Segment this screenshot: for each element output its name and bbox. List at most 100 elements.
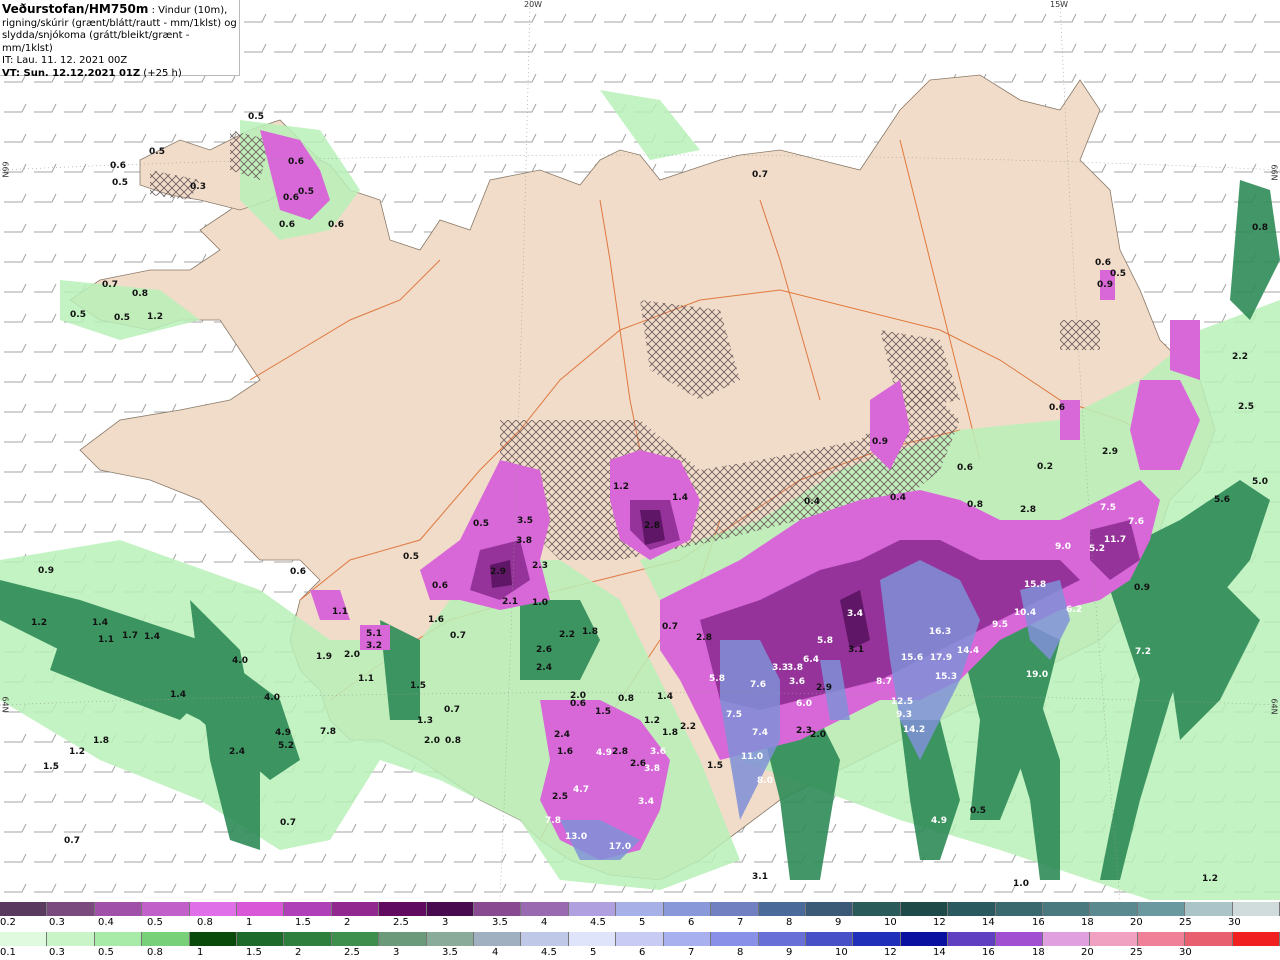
precip-value-label: 6.0 <box>796 699 812 709</box>
legend-rain-tick-label: 6 <box>639 947 646 958</box>
legend-snow-tick-label: 25 <box>1179 917 1192 928</box>
legend-rain-bar <box>0 932 1280 946</box>
precip-value-label: 4.0 <box>232 656 248 666</box>
legend-snow-tick-label: 12 <box>933 917 946 928</box>
legend-rain-tick-label: 25 <box>1130 947 1143 958</box>
legend-rain-tick-label: 0.1 <box>0 947 16 958</box>
legend-rain-swatch <box>0 932 48 946</box>
legend-snow-swatch <box>758 902 806 916</box>
precip-value-label: 3.8 <box>787 663 803 673</box>
precip-value-label: 1.9 <box>316 652 332 662</box>
precip-value-label: 1.1 <box>358 674 374 684</box>
precip-value-label: 0.6 <box>328 220 344 230</box>
legend-snow-tick-label: 18 <box>1081 917 1094 928</box>
legend-snow-tick-label: 2.5 <box>393 917 409 928</box>
legend-snow-swatch <box>568 902 617 916</box>
legend-snow-tick-label: 10 <box>884 917 897 928</box>
legend-snow-swatch <box>616 902 664 916</box>
precip-value-label: 3.2 <box>366 641 382 651</box>
legend-snow-swatch <box>1185 902 1233 916</box>
precip-value-label: 15.6 <box>900 653 924 663</box>
precip-value-label: 17.9 <box>929 653 953 663</box>
precip-value-label: 0.5 <box>70 310 86 320</box>
legend-rain-tick-label: 10 <box>835 947 848 958</box>
legend-rain-scale: 0.1 0.3 0.5 0.8 1 1.5 2 2.5 3 3.5 4 4.5 5 6 7 8 9 10 12 14 1… <box>0 932 1280 960</box>
precip-value-label: 13.0 <box>564 832 588 842</box>
legend-rain-swatch <box>663 932 712 946</box>
precip-value-label: 3.1 <box>848 645 864 655</box>
legend-snow-bar <box>0 902 1280 916</box>
legend-snow-swatch <box>331 902 380 916</box>
legend-snow-swatch <box>189 902 238 916</box>
precip-value-label: 3.5 <box>517 516 533 526</box>
precip-value-label: 14.2 <box>902 725 926 735</box>
precip-value-label: 0.7 <box>64 836 80 846</box>
legend-rain-tick-label: 0.8 <box>147 947 163 958</box>
legend-rain-swatch <box>142 932 190 946</box>
precip-value-label: 3.4 <box>847 609 863 619</box>
legend-rain-tick-label: 4.5 <box>541 947 557 958</box>
precip-value-label: 3.4 <box>638 797 654 807</box>
precip-value-label: 2.4 <box>229 747 245 757</box>
legend-rain-tick-label: 5 <box>590 947 597 958</box>
precip-value-label: 1.4 <box>144 632 160 642</box>
legend-snow-swatch <box>995 902 1043 916</box>
precip-value-label: 0.6 <box>1095 258 1111 268</box>
precip-value-label: 1.8 <box>93 736 109 746</box>
legend-rain-swatch <box>521 932 569 946</box>
precip-value-label: 0.2 <box>1037 462 1053 472</box>
header-title: Veðurstofan/HM750m <box>2 2 149 16</box>
precip-value-label: 6.2 <box>1066 605 1082 615</box>
precip-value-label: 6.4 <box>803 655 819 665</box>
lat-label-66n-right: 66N <box>1269 164 1279 181</box>
precip-value-label: 4.7 <box>573 785 589 795</box>
legend-snow-tick-label: 2 <box>344 917 351 928</box>
lon-label-20w: 20W <box>524 0 543 9</box>
legend-rain-swatch <box>1232 932 1280 946</box>
legend-rain-swatch <box>1185 932 1233 946</box>
precip-value-label: 11.0 <box>740 752 764 762</box>
legend-rain-tick-label: 0.3 <box>49 947 65 958</box>
legend-snow-swatch <box>379 902 427 916</box>
precip-value-label: 0.8 <box>967 500 983 510</box>
precip-value-label: 7.6 <box>1128 517 1144 527</box>
precip-value-label: 2.4 <box>554 730 570 740</box>
legend-snow-tick-label: 0.3 <box>49 917 65 928</box>
precip-value-label: 1.4 <box>92 618 108 628</box>
legend-snow-tick-label: 0.8 <box>197 917 213 928</box>
header-line2: rigning/skúrir (grænt/blátt/rautt - mm/1… <box>2 17 237 29</box>
legend-rain-swatch <box>948 932 996 946</box>
precip-value-label: 4.9 <box>275 728 291 738</box>
precip-value-label: 0.6 <box>957 463 973 473</box>
precip-value-label: 7.5 <box>726 710 742 720</box>
precip-value-label: 0.9 <box>1097 280 1113 290</box>
precip-value-label: 1.5 <box>595 707 611 717</box>
legend-rain-swatch <box>426 932 475 946</box>
precip-value-label: 2.2 <box>559 630 575 640</box>
precip-value-label: 0.5 <box>970 806 986 816</box>
precip-value-label: 1.4 <box>170 690 186 700</box>
precip-value-label: 0.6 <box>279 220 295 230</box>
weather-map: 0.5 0.6 0.5 0.3 0.5 0.6 0.5 0.6 0.6 0.6 0.7 0.8 0.6 0… <box>0 0 1280 901</box>
precip-value-label: 0.8 <box>132 289 148 299</box>
precip-value-label: 1.5 <box>43 762 59 772</box>
precip-value-label: 9.5 <box>992 620 1008 630</box>
precip-value-label: 0.5 <box>149 147 165 157</box>
precip-value-label: 7.8 <box>545 816 561 826</box>
map-header: Veðurstofan/HM750m : Vindur (10m), rigni… <box>0 0 240 79</box>
precip-value-label: 1.2 <box>613 482 629 492</box>
legend-rain-tick-label: 1 <box>197 947 204 958</box>
precip-value-label: 2.1 <box>502 597 518 607</box>
precip-value-label: 7.8 <box>320 727 336 737</box>
lat-label-64n-right: 64N <box>1269 698 1279 715</box>
legend-rain-swatch <box>284 932 332 946</box>
precip-value-label: 1.7 <box>122 631 138 641</box>
legend-rain-tick-label: 30 <box>1179 947 1192 958</box>
header-init-time: IT: Lau. 11. 12. 2021 00Z <box>2 55 128 66</box>
precip-value-label: 5.2 <box>1089 544 1105 554</box>
precip-value-label: 0.7 <box>102 280 118 290</box>
precip-value-label: 2.0 <box>810 730 826 740</box>
precip-value-label: 3.3 <box>772 663 788 673</box>
precip-value-label: 0.6 <box>1049 403 1065 413</box>
legend-rain-tick-label: 3 <box>393 947 400 958</box>
